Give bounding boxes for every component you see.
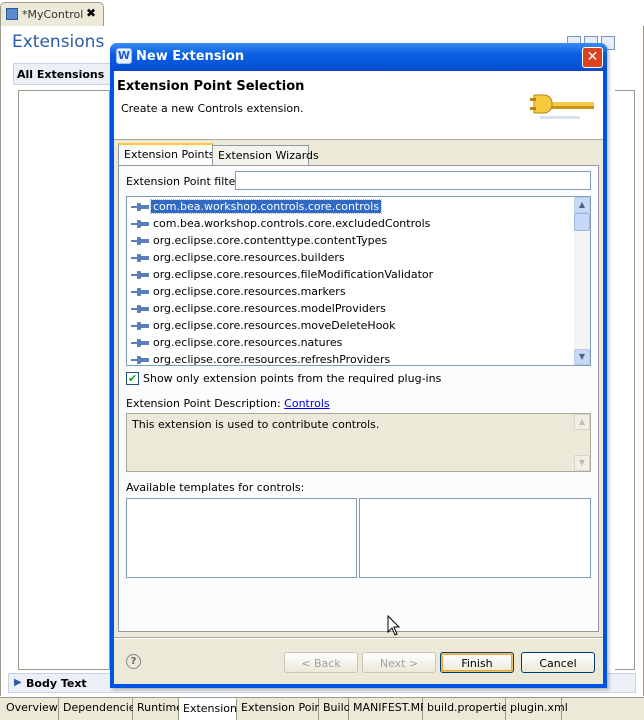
dialog-client: Extension Point Selection Create a new C…	[114, 71, 603, 684]
extension-point-icon	[131, 356, 149, 364]
list-item-label: com.bea.workshop.controls.core.controls	[149, 199, 383, 214]
extension-point-icon	[131, 254, 149, 262]
scroll-up-icon[interactable]: ▲	[574, 197, 590, 213]
extension-point-icon	[131, 305, 149, 313]
app-icon: W	[116, 48, 132, 64]
all-extensions-label: All Extensions	[17, 68, 105, 81]
filter-label: Extension Point filter:	[126, 175, 244, 188]
extension-point-icon	[131, 271, 149, 279]
list-item-label: org.eclipse.core.contenttype.contentType…	[153, 234, 388, 247]
extension-point-list[interactable]: com.bea.workshop.controls.core.controls c…	[126, 196, 591, 366]
expand-twisty-icon[interactable]: ▶	[14, 677, 22, 688]
templates-label: Available templates for controls:	[126, 481, 305, 494]
list-item-label: org.eclipse.core.resources.markers	[153, 285, 346, 298]
close-icon[interactable]: ✖	[86, 6, 96, 20]
list-item-label: org.eclipse.core.resources.refreshProvid…	[153, 353, 391, 366]
description-heading: Extension Point Description: Controls	[126, 397, 330, 410]
dialog-titlebar[interactable]: W New Extension	[110, 43, 607, 71]
extension-point-icon	[131, 220, 149, 228]
page-tab-runtime[interactable]: Runtime	[133, 698, 183, 720]
page-tab-extensions[interactable]: Extensions	[179, 698, 243, 720]
scroll-up-icon: ▲	[574, 414, 590, 430]
template-description	[359, 498, 591, 578]
extension-point-icon	[131, 322, 149, 330]
tab-extension-points[interactable]: Extension Points	[118, 143, 215, 165]
close-button[interactable]: ✕	[582, 47, 603, 68]
page-tab-plugin-xml[interactable]: plugin.xml	[506, 698, 568, 720]
description-box: This extension is used to contribute con…	[126, 413, 591, 472]
plugin-manifest-icon	[6, 8, 18, 20]
button-bar-separator	[114, 637, 603, 639]
editor-page-tabs: Overview Dependencies Runtime Extensions Ext…	[0, 697, 644, 720]
page-tab-build-properties[interactable]: build.properties	[423, 698, 514, 720]
new-extension-dialog: W New Extension ✕ Extension Point Select…	[110, 43, 607, 688]
banner-title: Extension Point Selection	[117, 79, 305, 94]
list-item-label: org.eclipse.core.resources.natures	[153, 336, 343, 349]
scroll-thumb[interactable]	[574, 213, 590, 231]
details-panel	[615, 90, 635, 670]
scroll-down-icon: ▼	[574, 455, 590, 471]
page-tab-dependencies[interactable]: Dependencies	[59, 698, 141, 720]
show-only-required-label[interactable]: Show only extension points from the requ…	[143, 372, 441, 385]
description-label: Extension Point Description:	[126, 397, 281, 410]
mouse-cursor-icon	[387, 615, 401, 636]
scroll-down-icon[interactable]: ▼	[574, 349, 590, 365]
list-item-label: org.eclipse.core.resources.moveDeleteHoo…	[153, 319, 396, 332]
tab-extension-wizards[interactable]: Extension Wizards	[212, 145, 319, 165]
back-button[interactable]: < Back	[284, 652, 358, 673]
plug-banner-icon	[530, 94, 594, 119]
list-item-label: org.eclipse.core.resources.modelProvider…	[153, 302, 386, 315]
extension-point-icon	[131, 237, 149, 245]
templates-list[interactable]	[126, 498, 357, 578]
extension-point-icon	[131, 288, 149, 296]
help-icon[interactable]: ?	[126, 654, 141, 669]
next-button[interactable]: Next >	[362, 652, 436, 673]
extension-point-icon	[131, 339, 149, 347]
editor-tab-title: *MyControl	[22, 8, 84, 21]
page-title: Extensions	[12, 32, 105, 52]
banner-subtitle: Create a new Controls extension.	[121, 102, 304, 115]
list-item-label: org.eclipse.core.resources.fileModificat…	[153, 268, 434, 281]
editor-tab[interactable]: *MyControl ✖	[0, 2, 104, 26]
description-text: This extension is used to contribute con…	[132, 418, 380, 431]
page-tab-manifest-mf[interactable]: MANIFEST.MF	[349, 698, 426, 720]
all-extensions-section-header: All Extensions	[13, 63, 113, 85]
page-tab-extension-points[interactable]: Extension Points	[237, 698, 332, 720]
description-link[interactable]: Controls	[284, 397, 330, 410]
page-tab-build[interactable]: Build	[319, 698, 351, 720]
extension-point-icon	[131, 203, 149, 211]
list-scrollbar[interactable]: ▲ ▼	[574, 197, 590, 365]
list-item-label: org.eclipse.core.resources.builders	[153, 251, 345, 264]
description-scrollbar: ▲ ▼	[574, 414, 590, 471]
list-item-label: com.bea.workshop.controls.core.excludedC…	[153, 217, 431, 230]
extension-point-filter-input[interactable]	[235, 171, 591, 190]
show-only-required-checkbox[interactable]: ✔	[126, 372, 139, 385]
all-extensions-tree[interactable]	[18, 90, 110, 670]
page-tab-overview[interactable]: Overview	[2, 698, 59, 720]
cancel-button[interactable]: Cancel	[521, 652, 595, 673]
dialog-title: New Extension	[136, 49, 245, 64]
body-text-label: Body Text	[26, 677, 87, 690]
finish-button[interactable]: Finish	[440, 652, 514, 673]
